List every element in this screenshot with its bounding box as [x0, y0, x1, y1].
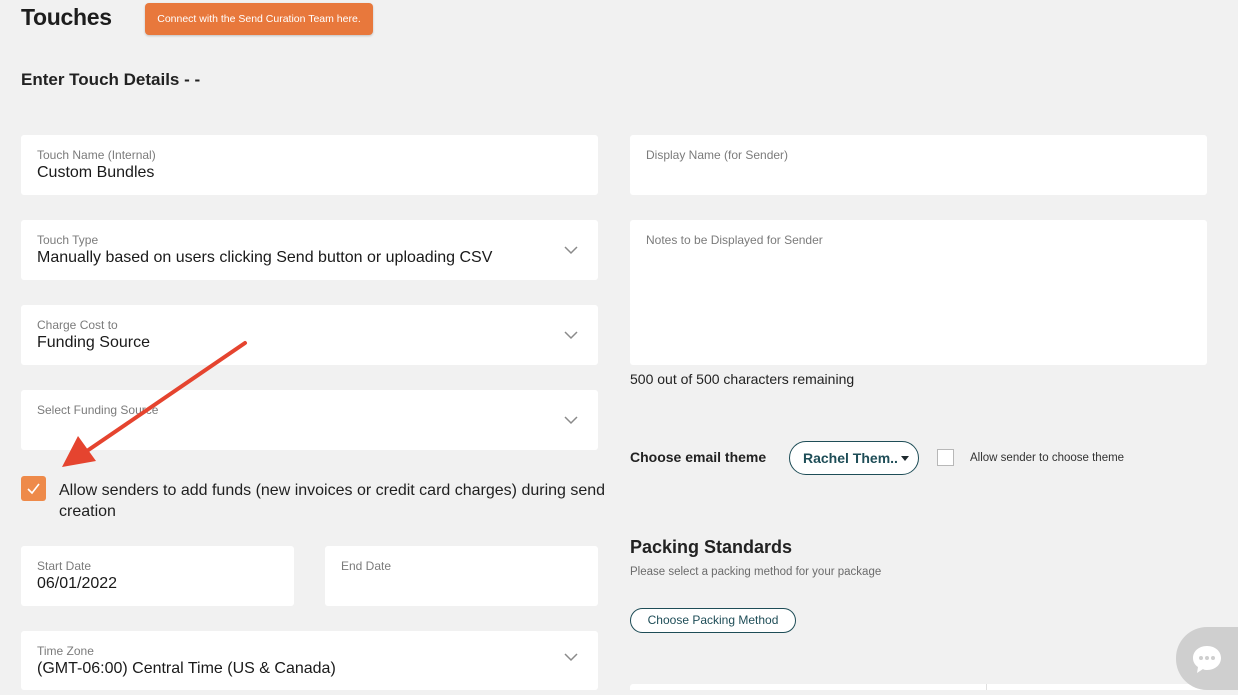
time-zone-label: Time Zone — [37, 644, 94, 658]
chevron-down-icon — [564, 331, 578, 340]
packing-standards-subtitle: Please select a packing method for your … — [630, 566, 882, 578]
email-theme-label: Choose email theme — [630, 449, 767, 465]
email-theme-selected: Rachel Them.. — [803, 450, 898, 466]
charge-cost-label: Charge Cost to — [37, 318, 118, 332]
notes-textarea[interactable]: Notes to be Displayed for Sender — [630, 220, 1207, 365]
display-name-field[interactable]: Display Name (for Sender) — [630, 135, 1207, 195]
packing-standards-title: Packing Standards — [630, 537, 793, 557]
allow-funds-label: Allow senders to add funds (new invoices… — [59, 482, 606, 520]
touch-name-label: Touch Name (Internal) — [37, 148, 156, 162]
end-date-field[interactable]: End Date — [325, 546, 598, 606]
charge-cost-value: Funding Source — [37, 334, 150, 351]
chat-bubble-icon — [1193, 646, 1221, 673]
touch-type-label: Touch Type — [37, 233, 99, 247]
display-name-label: Display Name (for Sender) — [646, 148, 789, 162]
page-title: Touches — [21, 4, 112, 30]
touch-name-field[interactable]: Touch Name (Internal) Custom Bundles — [21, 135, 598, 195]
charge-cost-select[interactable]: Charge Cost to Funding Source — [21, 305, 598, 365]
allow-funds-checkbox[interactable] — [21, 476, 46, 501]
touch-type-select[interactable]: Touch Type Manually based on users click… — [21, 220, 598, 280]
funding-source-label: Select Funding Source — [37, 403, 159, 417]
chevron-down-icon — [564, 246, 578, 255]
chevron-down-icon — [564, 416, 578, 425]
characters-remaining: 500 out of 500 characters remaining — [630, 371, 855, 387]
section-subtitle: Enter Touch Details - - — [21, 70, 201, 89]
choose-packing-method-button[interactable]: Choose Packing Method — [630, 608, 796, 633]
end-date-label: End Date — [341, 559, 392, 573]
allow-sender-theme-checkbox[interactable] — [937, 449, 954, 466]
email-theme-dropdown[interactable]: Rachel Them.. — [789, 441, 919, 475]
connect-curation-team-button[interactable]: Connect with the Send Curation Team here… — [145, 3, 373, 35]
caret-down-icon — [901, 456, 909, 461]
start-date-label: Start Date — [37, 559, 92, 573]
chat-widget-button[interactable] — [1176, 627, 1238, 690]
notes-label: Notes to be Displayed for Sender — [646, 233, 823, 247]
time-zone-value: (GMT-06:00) Central Time (US & Canada) — [37, 660, 336, 677]
checkmark-icon — [27, 483, 40, 495]
funding-source-select[interactable]: Select Funding Source — [21, 390, 598, 450]
touch-name-value: Custom Bundles — [37, 164, 155, 181]
allow-sender-theme-label: Allow sender to choose theme — [970, 452, 1125, 464]
time-zone-select[interactable]: Time Zone (GMT-06:00) Central Time (US &… — [21, 631, 598, 690]
start-date-value: 06/01/2022 — [37, 575, 118, 592]
chevron-down-icon — [564, 652, 578, 661]
divider — [986, 684, 987, 690]
start-date-field[interactable]: Start Date 06/01/2022 — [21, 546, 294, 606]
bottom-field-edge — [630, 684, 1208, 690]
touch-type-value: Manually based on users clicking Send bu… — [37, 249, 493, 266]
